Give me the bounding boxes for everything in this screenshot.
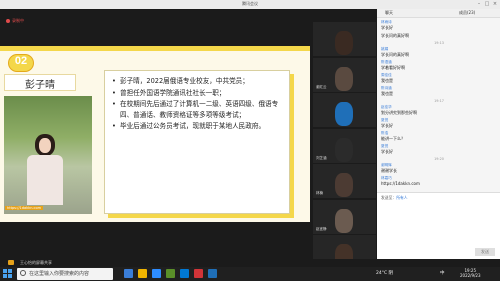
- alumni-name: 彭子晴: [25, 80, 55, 91]
- chat-message: 夏悦 学长好: [381, 144, 497, 155]
- bio-bullet: 毕业后通过公务员考试，现就职于某地人民政府。: [112, 121, 282, 132]
- window-title-bar: 腾讯会议 – □ ×: [0, 0, 500, 9]
- photo-face: [39, 138, 51, 153]
- participant-video: [335, 208, 353, 233]
- photo-watermark: https://1dakkn.com: [5, 206, 43, 210]
- chat-message: 陈浩 能讲一下么？: [381, 131, 497, 142]
- bio-bullet: 曾担任外国语学院通讯社社长一职；: [112, 88, 282, 99]
- chat-message: 赵佳华 划分讲究到那些好啊: [381, 105, 497, 116]
- photo-body: [27, 155, 63, 205]
- video-tile[interactable]: [313, 93, 376, 127]
- chat-message: 林嘉巧 https://1dakkn.com: [381, 176, 497, 186]
- search-placeholder: 在这里输入你要搜索的内容: [29, 271, 90, 277]
- windows-start-icon[interactable]: [3, 269, 12, 278]
- video-tile[interactable]: [313, 22, 376, 56]
- chat-message: 学长问的真好啊: [381, 33, 497, 39]
- screen-share-icon: [8, 260, 14, 265]
- bio-bullet: 在校期间先后通过了计算机一二级、英语四级、俄语专四、普通话、教师资格证等多项等级…: [112, 99, 282, 120]
- taskbar-search-input[interactable]: 在这里输入你要搜索的内容: [17, 268, 113, 280]
- chat-text: 学着看好好啊: [381, 65, 405, 70]
- video-tile[interactable]: 林楠: [313, 164, 376, 198]
- chat-text: 学长好: [381, 25, 393, 30]
- share-label: 王心怡的屏幕共享: [20, 260, 52, 265]
- participant-name: 刘芷涵: [316, 155, 327, 160]
- slide-top-bar: [0, 46, 310, 51]
- record-icon: [6, 19, 10, 23]
- chat-message: 19:13: [381, 41, 497, 45]
- chat-text: 能讲一下么？: [381, 136, 405, 141]
- send-button[interactable]: 发送: [475, 248, 495, 256]
- video-tile[interactable]: 刘芷涵: [313, 128, 376, 163]
- recording-indicator[interactable]: 录制中: [6, 18, 24, 24]
- tab-chat[interactable]: 聊天: [385, 10, 393, 16]
- chat-text: 我也是: [381, 78, 393, 83]
- chat-message: 19:20: [381, 157, 497, 161]
- bio-textbox: 彭子晴，2022届俄语专业校友，中共党员； 曾担任外国语学院通讯社社长一职； 在…: [104, 70, 290, 214]
- chat-message-list[interactable]: 林雨诗 学长好学长问的真好啊 19:13 姚娟 学长问的真好啊 陈语涵 学着看好好啊 周佳佳我…: [381, 20, 497, 198]
- taskbar-app-icon[interactable]: [194, 269, 203, 278]
- weather-widget[interactable]: 24°C 阴: [376, 270, 393, 276]
- chat-recipient[interactable]: 发送至：所有人: [381, 195, 408, 201]
- recipient-label: 发送至：: [381, 195, 397, 200]
- recipient-value: 所有人: [396, 195, 408, 200]
- taskbar-app-icon[interactable]: [124, 269, 133, 278]
- chat-text: 划分讲究到那些好啊: [381, 110, 417, 115]
- chat-message: 陈诗涵 我也是: [381, 86, 497, 97]
- taskbar-app-icon[interactable]: [152, 269, 161, 278]
- slide-number: 02: [14, 55, 28, 67]
- participant-video: [335, 173, 353, 197]
- chat-text: 学长好: [381, 123, 393, 128]
- recording-label: 录制中: [12, 18, 24, 23]
- participant-video: [335, 102, 353, 126]
- chat-text: https://1dakkn.com: [381, 181, 420, 186]
- chat-message: 姚娟 学长问的真好啊: [381, 47, 497, 58]
- tab-members[interactable]: 成员(23): [459, 10, 475, 16]
- chat-text: 谢谢学长: [381, 168, 397, 173]
- chat-message: 夏悦 学长好: [381, 118, 497, 129]
- participant-video: [335, 31, 353, 55]
- chat-time: 19:17: [434, 99, 444, 103]
- chat-text: 我也是: [381, 91, 393, 96]
- meeting-bottom-bar: 王心怡的屏幕共享: [0, 259, 377, 267]
- chat-time: 19:13: [434, 41, 444, 45]
- ime-indicator[interactable]: 中: [440, 270, 445, 276]
- taskbar-app-icon[interactable]: [166, 269, 175, 278]
- chat-message: 陈语涵 学着看好好啊: [381, 60, 497, 71]
- video-tile[interactable]: 赵宜静: [313, 199, 376, 234]
- chat-text: 学长问的真好啊: [381, 52, 409, 57]
- chat-text: 学长问的真好啊: [381, 33, 409, 38]
- participant-name: 谢红云: [316, 84, 327, 89]
- video-tile[interactable]: 谢红云: [313, 57, 376, 92]
- participant-name: 林楠: [316, 191, 323, 195]
- chat-text: 学长好: [381, 149, 393, 154]
- clock-date: 2022/9/23: [460, 273, 481, 278]
- minimize-icon[interactable]: –: [476, 1, 482, 7]
- bio-bullet: 彭子晴，2022届俄语专业校友，中共党员；: [112, 76, 282, 87]
- chat-message: 谢明辉 谢谢学长: [381, 163, 497, 174]
- window-title: 腾讯会议: [242, 1, 258, 6]
- meeting-toolbar: [0, 9, 310, 39]
- chat-message: 周佳佳 我也是: [381, 73, 497, 84]
- taskbar-app-icon[interactable]: [208, 269, 217, 278]
- search-icon: [20, 270, 26, 276]
- taskbar-app-icon[interactable]: [138, 269, 147, 278]
- maximize-icon[interactable]: □: [484, 1, 490, 7]
- close-icon[interactable]: ×: [492, 1, 498, 7]
- taskbar-clock[interactable]: 19:25 2022/9/23: [460, 268, 481, 278]
- chat-message: 19:17: [381, 99, 497, 103]
- chat-message: 林雨诗 学长好: [381, 20, 497, 31]
- chat-time: 19:20: [434, 157, 444, 161]
- participant-video: [335, 66, 353, 91]
- participant-name: 赵宜静: [316, 226, 327, 231]
- participant-video: [335, 137, 353, 162]
- chat-tabs: 聊天 成员(23): [377, 9, 500, 18]
- taskbar-app-icon[interactable]: [180, 269, 189, 278]
- shared-slide: 02 彭子晴 https://1dakkn.com 彭子晴，2022届俄语专业校…: [0, 46, 310, 222]
